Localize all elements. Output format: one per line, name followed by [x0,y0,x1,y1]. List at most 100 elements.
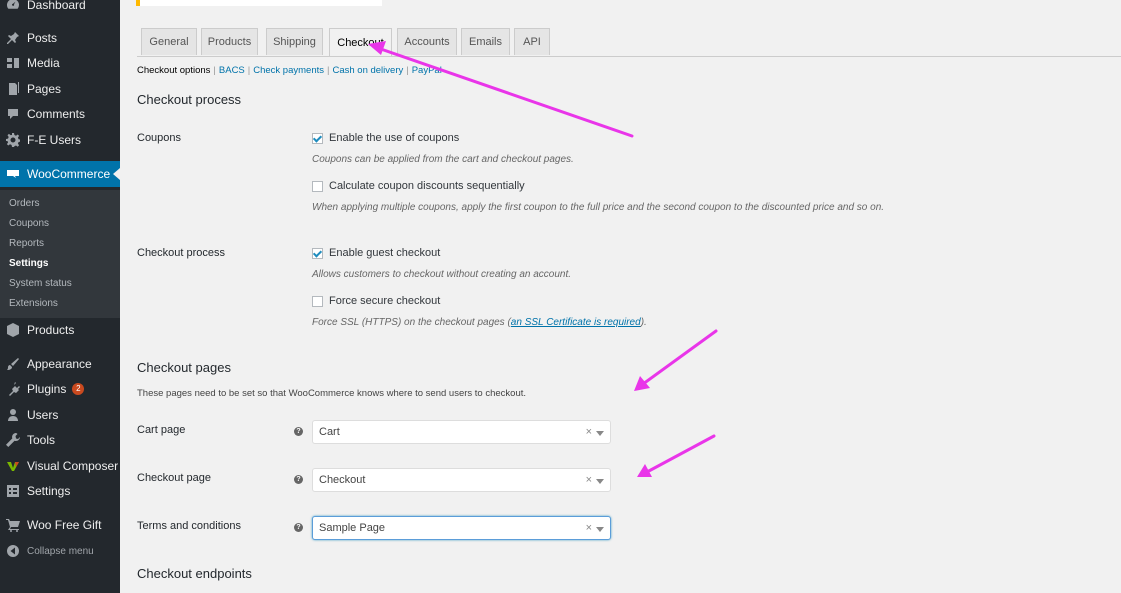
submenu-orders[interactable]: Orders [9,198,40,209]
menu-comments[interactable]: Comments [0,101,120,127]
clear-icon[interactable]: × [586,474,592,486]
clear-icon[interactable]: × [586,522,592,534]
sequential-coupons-label: Calculate coupon discounts sequentially [329,180,525,192]
tab-shipping[interactable]: Shipping [266,28,323,55]
tab-accounts[interactable]: Accounts [397,28,457,55]
chevron-down-icon[interactable] [596,431,604,436]
menu-woo-free-gift[interactable]: Woo Free Gift [0,512,120,538]
cart-page-select[interactable]: Cart × [312,420,611,444]
tab-emails[interactable]: Emails [461,28,510,55]
enable-coupons-option[interactable]: Enable the use of coupons [312,132,459,144]
menu-woocommerce[interactable]: WooCommerce [0,161,120,187]
menu-plugins[interactable]: Plugins 2 [0,376,120,402]
secure-checkout-checkbox[interactable] [312,295,323,307]
sequential-coupons-description: When applying multiple coupons, apply th… [312,202,885,213]
secure-checkout-option[interactable]: Force secure checkout [312,295,440,307]
checkout-process-label: Checkout process [137,247,226,259]
plugins-update-badge: 2 [72,383,85,395]
woo-icon [6,167,20,181]
settings-tabs: General Products Shipping Checkout Accou… [137,28,1121,57]
enable-coupons-checkbox[interactable] [312,132,323,144]
menu-label: Settings [27,484,71,498]
current-menu-arrow [113,168,120,180]
submenu-reports[interactable]: Reports [9,238,44,249]
menu-label: Collapse menu [27,545,94,557]
section-checkout-options[interactable]: Checkout options [137,65,210,76]
collapse-menu-button[interactable]: Collapse menu [0,538,120,564]
menu-tools[interactable]: Tools [0,427,120,453]
enable-coupons-label: Enable the use of coupons [329,132,460,144]
menu-label: Visual Composer [27,459,119,473]
menu-media[interactable]: Media [0,50,120,76]
checkout-page-label: Checkout page [137,472,211,484]
chevron-down-icon[interactable] [596,527,604,532]
checkout-pages-heading: Checkout pages [137,360,231,375]
section-bacs[interactable]: BACS [219,65,245,76]
vc-icon [6,459,20,473]
section-paypal[interactable]: PayPal [412,65,442,76]
collapse-icon [6,544,20,558]
guest-checkout-checkbox[interactable] [312,247,323,259]
plug-icon [6,382,20,396]
section-cash-on-delivery[interactable]: Cash on delivery [332,65,403,76]
submenu-settings[interactable]: Settings [9,258,48,269]
menu-pages[interactable]: Pages [0,76,120,102]
menu-products[interactable]: Products [0,317,120,343]
menu-label: WooCommerce [27,167,111,181]
woocommerce-submenu: Orders Coupons Reports Settings System s… [0,190,120,318]
cart-page-help-icon[interactable]: ? [294,427,303,436]
guest-checkout-label: Enable guest checkout [329,247,441,259]
annotation-arrows [368,41,718,477]
checkout-page-help-icon[interactable]: ? [294,475,303,484]
sequential-coupons-option[interactable]: Calculate coupon discounts sequentially [312,180,525,192]
clear-icon[interactable]: × [586,426,592,438]
tab-products[interactable]: Products [201,28,258,55]
dashboard-icon [6,0,20,12]
menu-posts[interactable]: Posts [0,25,120,51]
user-icon [6,408,20,422]
menu-label: Dashboard [27,0,86,12]
terms-page-select[interactable]: Sample Page × [312,516,611,540]
coupons-label: Coupons [137,132,182,144]
submenu-system-status[interactable]: System status [9,278,72,289]
menu-label: Woo Free Gift [27,518,102,532]
guest-checkout-description: Allows customers to checkout without cre… [312,269,572,280]
secure-checkout-description: Force SSL (HTTPS) on the checkout pages … [312,317,647,328]
annotation-arrow-checkout-page [637,434,716,477]
terms-page-label: Terms and conditions [137,520,241,532]
tab-checkout[interactable]: Checkout [329,28,392,56]
ssl-certificate-link[interactable]: an SSL Certificate is required [511,317,641,328]
tab-api[interactable]: API [514,28,550,55]
menu-label: Pages [27,82,62,96]
settings-icon [6,484,20,498]
chevron-down-icon[interactable] [596,479,604,484]
terms-page-value: Sample Page [319,522,386,534]
menu-label: F-E Users [27,133,81,147]
page-icon [6,82,20,96]
checkout-page-select[interactable]: Checkout × [312,468,611,492]
menu-appearance[interactable]: Appearance [0,351,120,377]
menu-label: Posts [27,31,58,45]
menu-label: Media [27,56,60,70]
guest-checkout-option[interactable]: Enable guest checkout [312,247,440,259]
annotation-arrow-pages [634,329,718,391]
terms-page-help-icon[interactable]: ? [294,523,303,532]
comment-icon [6,107,20,121]
section-check-payments[interactable]: Check payments [253,65,324,76]
menu-users[interactable]: Users [0,402,120,428]
cart-page-value: Cart [319,426,340,438]
tab-general[interactable]: General [141,28,197,55]
menu-label: Users [27,408,59,422]
sequential-coupons-checkbox[interactable] [312,180,323,192]
submenu-extensions[interactable]: Extensions [9,298,58,309]
checkout-process-heading: Checkout process [137,92,242,107]
enable-coupons-description: Coupons can be applied from the cart and… [312,154,574,165]
menu-dashboard[interactable]: Dashboard [0,0,120,18]
menu-settings[interactable]: Settings [0,478,120,504]
box-icon [6,323,20,337]
wrench-icon [6,433,20,447]
menu-fe-users[interactable]: F-E Users [0,127,120,153]
admin-notice [136,0,382,6]
submenu-coupons[interactable]: Coupons [9,218,49,229]
menu-visual-composer[interactable]: Visual Composer [0,453,120,479]
